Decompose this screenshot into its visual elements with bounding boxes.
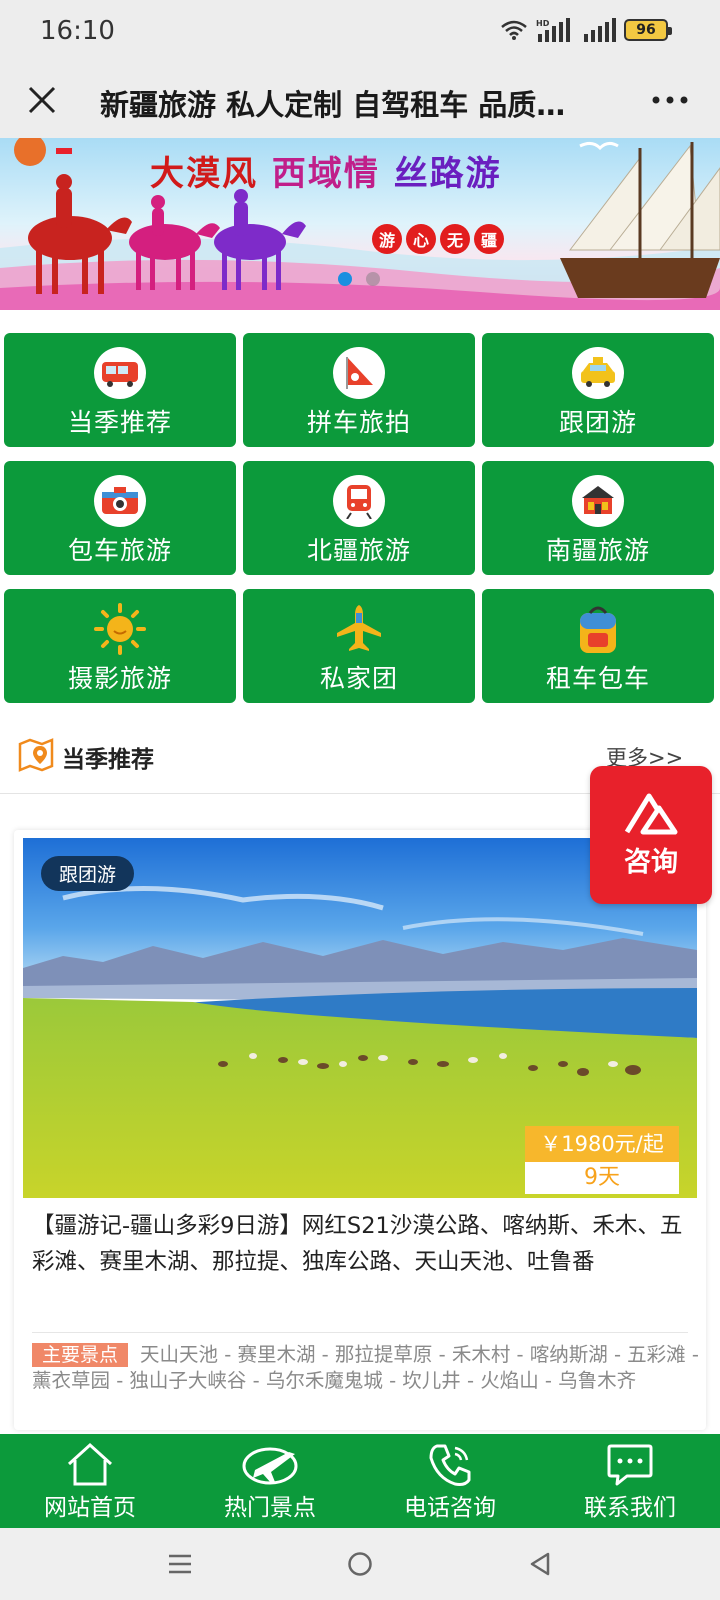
price-box: ￥1980元/起 9天: [525, 1126, 679, 1194]
category-private-group[interactable]: 私家团: [243, 589, 475, 703]
carousel-indicator: [338, 272, 380, 286]
page-title: 新疆旅游 私人定制 自驾租车 品质…: [100, 88, 566, 122]
consult-button[interactable]: 咨询: [590, 766, 712, 904]
status-time: 16:10: [40, 16, 115, 46]
tour-price: ￥1980元/起: [525, 1126, 679, 1162]
category-label: 摄影旅游: [67, 664, 172, 693]
divider: [32, 1332, 688, 1333]
spots-label: 主要景点: [32, 1343, 129, 1367]
seal-char: 心: [406, 224, 436, 254]
nav-label: 网站首页: [44, 1495, 136, 1521]
section-title: 当季推荐: [62, 747, 154, 773]
promo-banner[interactable]: 大漠风 西域情 丝路游 游 心 无 疆: [0, 138, 720, 310]
tour-type-badge: 跟团游: [41, 856, 135, 891]
menu-icon: [169, 1554, 191, 1574]
seal-char: 无: [440, 224, 470, 254]
banner-headline: 大漠风 西域情 丝路游: [150, 146, 502, 195]
seal-char: 游: [372, 224, 402, 254]
tour-spots: 主要景点 天山天池 - 赛里木湖 - 那拉提草原 - 禾木村 - 喀纳斯湖 - 五…: [32, 1342, 702, 1394]
building-icon: [572, 475, 624, 527]
chat-icon: [607, 1444, 653, 1486]
system-nav-bar: [0, 1528, 720, 1600]
category-photography[interactable]: 摄影旅游: [4, 589, 236, 703]
more-dots-icon: [652, 96, 688, 104]
nav-contact[interactable]: 联系我们: [540, 1434, 720, 1528]
nav-label: 热门景点: [224, 1495, 316, 1521]
category-charter[interactable]: 包车旅游: [4, 461, 236, 575]
circle-icon: [348, 1552, 372, 1576]
tour-days: 9天: [525, 1162, 679, 1194]
category-label: 租车包车: [545, 664, 650, 693]
nav-label: 联系我们: [584, 1495, 676, 1521]
sun-icon: [94, 603, 146, 655]
more-options-button[interactable]: [640, 78, 700, 122]
phone-icon: [429, 1444, 471, 1486]
back-triangle-icon: [530, 1552, 550, 1576]
status-indicators: HD 96: [500, 18, 672, 42]
flag-icon: [333, 347, 385, 399]
home-icon: [67, 1442, 113, 1486]
carousel-dot[interactable]: [366, 272, 380, 286]
tour-title[interactable]: 【疆游记-疆山多彩9日游】网红S21沙漠公路、喀纳斯、禾木、五彩滩、赛里木湖、那…: [32, 1208, 702, 1280]
consult-label: 咨询: [624, 846, 678, 878]
banner-seal: 游 心 无 疆: [372, 224, 504, 254]
plane-globe-icon: [242, 1447, 298, 1485]
banner-headline-3: 丝路游: [393, 154, 502, 194]
category-label: 私家团: [319, 664, 398, 693]
nav-phone[interactable]: 电话咨询: [360, 1434, 540, 1528]
banner-headline-1: 大漠风: [150, 154, 258, 194]
taxi-icon: [572, 347, 624, 399]
airplane-icon: [333, 603, 385, 655]
category-label: 包车旅游: [67, 536, 172, 565]
close-button[interactable]: [14, 72, 70, 128]
network-label: HD: [536, 19, 550, 28]
signal-icon-2: [584, 18, 616, 42]
system-home-button[interactable]: [342, 1546, 378, 1582]
category-label: 跟团游: [558, 408, 637, 437]
category-north-xinjiang[interactable]: 北疆旅游: [243, 461, 475, 575]
bus-icon: [94, 347, 146, 399]
category-label: 当季推荐: [67, 408, 172, 437]
consult-logo-icon: [624, 793, 678, 834]
category-seasonal[interactable]: 当季推荐: [4, 333, 236, 447]
nav-hot-spots[interactable]: 热门景点: [180, 1434, 360, 1528]
category-group-tour[interactable]: 跟团游: [482, 333, 714, 447]
category-label: 北疆旅游: [306, 536, 411, 565]
bottom-nav: 网站首页 热门景点 电话咨询 联系我们: [0, 1434, 720, 1528]
nav-label: 电话咨询: [404, 1495, 496, 1521]
map-pin-icon: [18, 738, 54, 772]
backpack-icon: [572, 603, 624, 655]
title-bar: 新疆旅游 私人定制 自驾租车 品质…: [0, 62, 720, 138]
system-back-button[interactable]: [522, 1546, 558, 1582]
carousel-dot-active[interactable]: [338, 272, 352, 286]
nav-home[interactable]: 网站首页: [0, 1434, 180, 1528]
category-grid: 当季推荐 拼车旅拍 跟团游 包车旅游 北疆旅游 南疆旅游 摄影旅游 私家团 租车…: [4, 333, 718, 703]
banner-headline-2: 西域情: [271, 154, 380, 194]
spots-list: 天山天池 - 赛里木湖 - 那拉提草原 - 禾木村 - 喀纳斯湖 - 五彩滩 -…: [32, 1343, 699, 1392]
signal-icon: HD: [536, 18, 570, 42]
battery-icon: 96: [624, 19, 672, 41]
seal-char: 疆: [474, 224, 504, 254]
tour-card[interactable]: 跟团游 ￥1980元/起 9天 【疆游记-疆山多彩9日游】网红S21沙漠公路、喀…: [14, 830, 706, 1430]
status-bar: 16:10 HD 96: [0, 0, 720, 62]
category-carpool-photo[interactable]: 拼车旅拍: [243, 333, 475, 447]
system-menu-button[interactable]: [162, 1546, 198, 1582]
category-south-xinjiang[interactable]: 南疆旅游: [482, 461, 714, 575]
category-label: 南疆旅游: [545, 536, 650, 565]
category-car-rental[interactable]: 租车包车: [482, 589, 714, 703]
camera-icon: [94, 475, 146, 527]
sailing-ship: [560, 142, 720, 298]
wifi-icon: [501, 20, 527, 40]
category-label: 拼车旅拍: [306, 408, 411, 437]
train-icon: [333, 475, 385, 527]
close-icon: [28, 86, 56, 114]
